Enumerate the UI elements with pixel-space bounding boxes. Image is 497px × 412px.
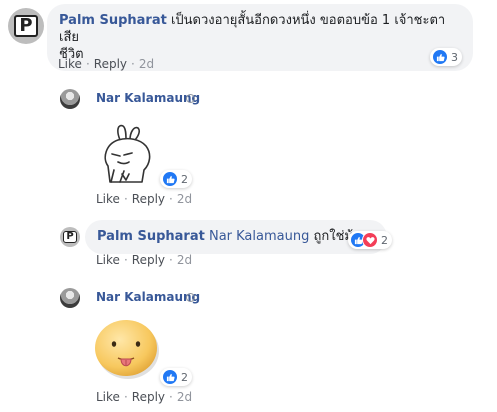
avatar[interactable]: P <box>8 8 44 44</box>
reaction-summary[interactable]: 2 <box>348 231 392 249</box>
like-icon <box>162 171 178 187</box>
timestamp[interactable]: 2d <box>139 57 154 71</box>
timestamp[interactable]: 2d <box>177 192 192 206</box>
comment-bubble: Palm Supharat Nar Kalamaung ถูกใช่ม้าาา <box>85 220 387 254</box>
comment-actions: Like · Reply · 2d <box>96 192 193 206</box>
reply-link[interactable]: Reply <box>94 57 127 71</box>
reaction-count: 3 <box>451 50 458 64</box>
comment-thread: P Palm Supharat เป็นดวงอายุสั้นอีกดวงหนึ… <box>0 0 497 412</box>
reaction-count: 2 <box>381 233 388 247</box>
tongue-out-face-sticker[interactable] <box>88 314 164 384</box>
comment-author[interactable]: Nar Kalamaung <box>96 91 200 105</box>
comment-actions: Like · Reply · 2d <box>58 57 155 71</box>
reply-link[interactable]: Reply <box>132 192 165 206</box>
mention-link[interactable]: Nar Kalamaung <box>209 229 309 244</box>
reply-link[interactable]: Reply <box>132 253 165 267</box>
reaction-count: 2 <box>181 172 188 186</box>
timestamp[interactable]: 2d <box>177 253 192 267</box>
avatar-p-logo: P <box>63 231 77 243</box>
reaction-count: 2 <box>181 370 188 384</box>
verified-icon <box>186 293 195 302</box>
reaction-summary[interactable]: 2 <box>160 170 192 188</box>
verified-icon <box>186 94 195 103</box>
like-icon <box>432 49 448 65</box>
like-link[interactable]: Like <box>96 192 120 206</box>
avatar[interactable]: P <box>60 227 80 247</box>
timestamp[interactable]: 2d <box>177 390 192 404</box>
reaction-summary[interactable]: 3 <box>430 48 462 66</box>
like-link[interactable]: Like <box>96 390 120 404</box>
like-link[interactable]: Like <box>96 253 120 267</box>
comment-author[interactable]: Palm Supharat <box>59 13 167 28</box>
love-icon <box>362 232 378 248</box>
comment-actions: Like · Reply · 2d <box>96 390 193 404</box>
avatar[interactable] <box>60 288 80 308</box>
comment-author[interactable]: Palm Supharat <box>97 229 205 244</box>
comment-author[interactable]: Nar Kalamaung <box>96 290 200 304</box>
reaction-summary[interactable]: 2 <box>160 368 192 386</box>
reply-link[interactable]: Reply <box>132 390 165 404</box>
comment-actions: Like · Reply · 2d <box>96 253 193 267</box>
like-icon <box>162 369 178 385</box>
like-link[interactable]: Like <box>58 57 82 71</box>
rabbit-sticker[interactable] <box>96 122 162 188</box>
avatar-p-logo: P <box>14 15 38 37</box>
avatar[interactable] <box>60 89 80 109</box>
